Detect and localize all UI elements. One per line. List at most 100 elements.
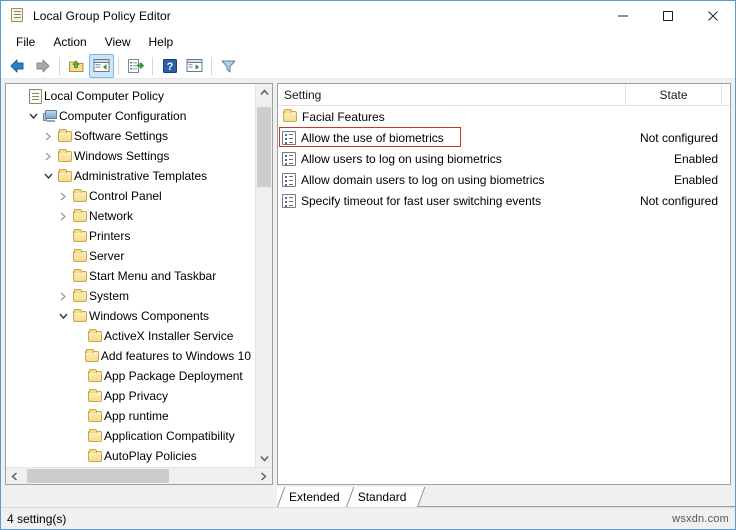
column-header-setting[interactable]: Setting (278, 84, 626, 105)
settings-list-pane: Setting State Facial Features Allow the u… (277, 83, 731, 485)
scroll-up-arrow-icon[interactable] (256, 84, 272, 101)
view-tabs-bar: Extended Standard (1, 485, 735, 507)
setting-name-label: Allow domain users to log on using biome… (301, 172, 545, 187)
tab-extended[interactable]: Extended (277, 487, 346, 507)
tree-node[interactable]: Windows Settings (6, 146, 255, 166)
tree-horizontal-scrollbar[interactable] (6, 467, 272, 484)
setting-name-label: Specify timeout for fast user switching … (301, 193, 542, 208)
settings-list-row[interactable]: Allow users to log on using biometrics En… (278, 148, 730, 169)
tree-node[interactable]: Network (6, 206, 255, 226)
tree-node[interactable]: Add features to Windows 10 (6, 346, 255, 366)
tree-node[interactable]: Biometrics (6, 466, 255, 467)
forward-button[interactable] (30, 54, 55, 78)
tree-node[interactable]: Administrative Templates (6, 166, 255, 186)
setting-name-cell[interactable]: Allow the use of biometrics (278, 127, 626, 148)
setting-name-cell[interactable]: Allow users to log on using biometrics (278, 148, 626, 169)
setting-name-label: Allow the use of biometrics (301, 130, 444, 145)
menu-view[interactable]: View (96, 33, 140, 52)
tree-scroll-thumb[interactable] (257, 107, 271, 187)
status-bar: 4 setting(s) wsxdn.com (1, 507, 735, 529)
tree-node[interactable]: Windows Components (6, 306, 255, 326)
tree-node[interactable]: App Privacy (6, 386, 255, 406)
list-header: Setting State (278, 84, 730, 106)
tree-node[interactable]: ActiveX Installer Service (6, 326, 255, 346)
menu-file[interactable]: File (7, 33, 44, 52)
setting-name-cell[interactable]: Allow domain users to log on using biome… (278, 169, 626, 190)
tree-node[interactable]: App Package Deployment (6, 366, 255, 386)
toolbar-separator (118, 56, 119, 75)
chevron-down-icon[interactable] (55, 312, 71, 320)
tree-node[interactable]: Control Panel (6, 186, 255, 206)
setting-name-cell[interactable]: Facial Features (278, 106, 626, 127)
close-button[interactable] (690, 1, 735, 31)
scroll-left-arrow-icon[interactable] (6, 468, 23, 484)
folder-icon (56, 128, 74, 142)
folder-icon (71, 208, 89, 222)
tree-node-label: Network (89, 209, 134, 223)
settings-list[interactable]: Facial Features Allow the use of biometri… (278, 106, 730, 484)
console-tree-pane: Local Computer Policy Computer Configurat… (5, 83, 273, 485)
export-list-button[interactable] (123, 54, 148, 78)
show-hide-tree-button[interactable] (89, 53, 114, 78)
tree-node-label: Local Computer Policy (44, 89, 165, 103)
filter-button[interactable] (216, 54, 241, 78)
policy-setting-icon (282, 193, 296, 208)
column-header-state[interactable]: State (626, 84, 722, 105)
toolbar-separator (152, 56, 153, 75)
tree-node[interactable]: Printers (6, 226, 255, 246)
tree-hscroll-thumb[interactable] (27, 469, 169, 483)
maximize-button[interactable] (645, 1, 690, 31)
watermark: wsxdn.com (672, 512, 729, 525)
properties-button[interactable] (182, 54, 207, 78)
tree-vertical-scrollbar[interactable] (255, 84, 272, 467)
menu-help[interactable]: Help (140, 33, 183, 52)
tree-node[interactable]: Software Settings (6, 126, 255, 146)
setting-state-cell: Not configured (639, 193, 718, 208)
tree-node[interactable]: Computer Configuration (6, 106, 255, 126)
folder-icon (86, 448, 104, 462)
tree-node[interactable]: Start Menu and Taskbar (6, 266, 255, 286)
chevron-down-icon[interactable] (40, 172, 56, 180)
tree-node-label: Application Compatibility (104, 429, 235, 443)
back-button[interactable] (5, 54, 30, 78)
settings-list-row[interactable]: Allow domain users to log on using biome… (278, 169, 730, 190)
view-tabs: Extended Standard (277, 487, 735, 507)
tree-hscroll-track[interactable] (23, 468, 255, 484)
tree-node[interactable]: AutoPlay Policies (6, 446, 255, 466)
tab-extended-label: Extended (289, 490, 340, 504)
tree-node[interactable]: Local Computer Policy (6, 86, 255, 106)
chevron-down-icon[interactable] (25, 112, 41, 120)
folder-icon (71, 228, 89, 242)
tree-scroll-track[interactable] (256, 101, 272, 450)
settings-list-row[interactable]: Specify timeout for fast user switching … (278, 190, 730, 211)
chevron-right-icon[interactable] (40, 152, 56, 161)
help-button[interactable]: ? (157, 54, 182, 78)
settings-list-row[interactable]: Facial Features (278, 106, 730, 127)
tree-node-label: ActiveX Installer Service (104, 329, 234, 343)
minimize-button[interactable] (600, 1, 645, 31)
window-controls (600, 1, 735, 31)
chevron-right-icon[interactable] (55, 212, 71, 221)
tree-node[interactable]: System (6, 286, 255, 306)
tree-node[interactable]: Application Compatibility (6, 426, 255, 446)
local-group-policy-editor-window: Local Group Policy Editor File Action Vi… (0, 0, 736, 530)
scroll-right-arrow-icon[interactable] (255, 468, 272, 484)
chevron-right-icon[interactable] (55, 292, 71, 301)
chevron-right-icon[interactable] (40, 132, 56, 141)
menu-action[interactable]: Action (44, 33, 95, 52)
folder-icon (86, 428, 104, 442)
tree-node[interactable]: Server (6, 246, 255, 266)
policy-setting-icon (282, 130, 296, 145)
scroll-down-arrow-icon[interactable] (256, 450, 272, 467)
up-one-level-button[interactable] (64, 54, 89, 78)
folder-icon (71, 268, 89, 282)
policy-tree[interactable]: Local Computer Policy Computer Configurat… (6, 84, 255, 467)
tab-standard[interactable]: Standard (345, 487, 413, 507)
setting-name-cell[interactable]: Specify timeout for fast user switching … (278, 190, 626, 211)
tree-node[interactable]: App runtime (6, 406, 255, 426)
tree-node-label: App runtime (104, 409, 169, 423)
folder-icon (86, 408, 104, 422)
settings-list-row[interactable]: Allow the use of biometrics Not configure… (278, 127, 730, 148)
chevron-right-icon[interactable] (55, 192, 71, 201)
tree-node-label: Administrative Templates (74, 169, 208, 183)
